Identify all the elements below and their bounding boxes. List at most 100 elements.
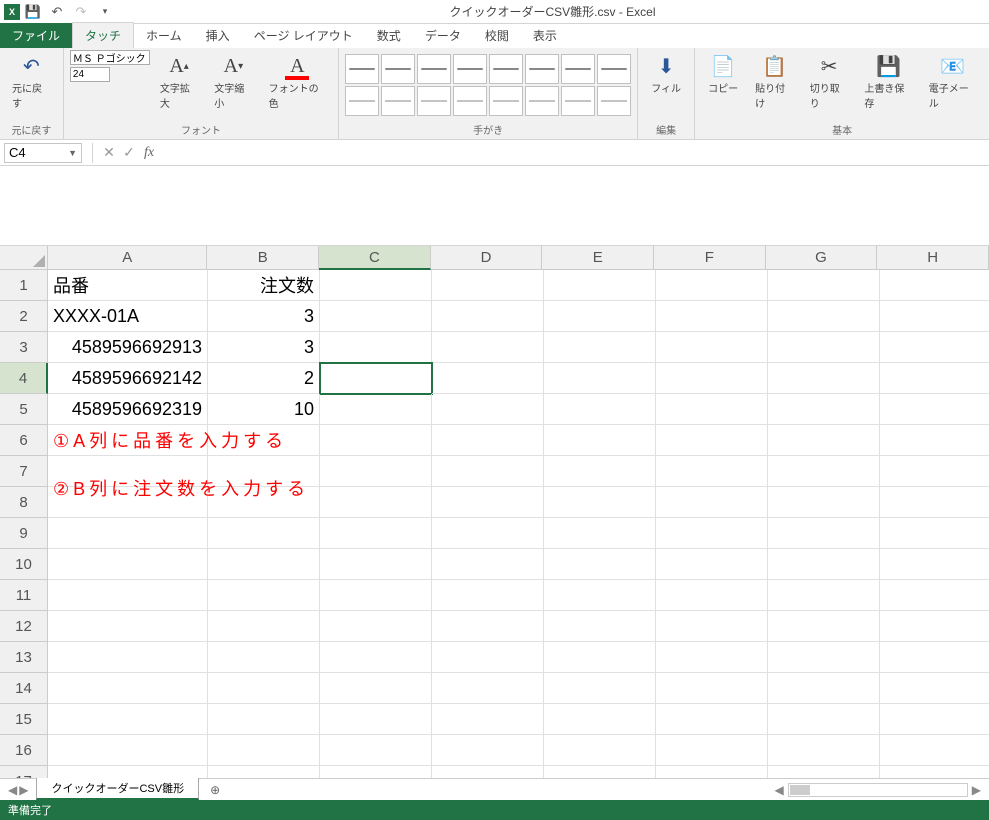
cell-G16[interactable] [768,735,880,766]
cut-button[interactable]: ✂ 切り取り [804,50,855,114]
insert-function-button[interactable]: fx [139,145,159,161]
ink-style[interactable] [381,54,415,84]
cell-G7[interactable] [768,456,880,487]
sheet-tab[interactable]: クイックオーダーCSV雛形 [36,778,199,800]
cell-H13[interactable] [880,642,989,673]
row-header-1[interactable]: 1 [0,270,48,301]
ink-style[interactable] [597,54,631,84]
row-header-6[interactable]: 6 [0,425,48,456]
name-box[interactable]: C4 ▼ [4,143,82,163]
ink-style-gallery[interactable] [345,54,631,116]
cell-A5[interactable]: 4589596692319 [48,394,208,425]
cell-D10[interactable] [432,549,544,580]
cell-D12[interactable] [432,611,544,642]
cell-B11[interactable] [208,580,320,611]
cell-A12[interactable] [48,611,208,642]
font-size-select[interactable] [70,67,110,82]
cell-F4[interactable] [656,363,768,394]
cell-A15[interactable] [48,704,208,735]
cell-A14[interactable] [48,673,208,704]
cell-F16[interactable] [656,735,768,766]
cell-D3[interactable] [432,332,544,363]
cell-F5[interactable] [656,394,768,425]
cell-C14[interactable] [320,673,432,704]
cell-C5[interactable] [320,394,432,425]
cell-C16[interactable] [320,735,432,766]
ink-style[interactable] [453,86,487,116]
add-sheet-button[interactable]: ⊕ [205,783,225,797]
ink-style[interactable] [597,86,631,116]
formula-cancel-button[interactable]: ✕ [99,144,119,161]
cell-A11[interactable] [48,580,208,611]
tab-page-layout[interactable]: ページ レイアウト [242,23,365,48]
cell-G5[interactable] [768,394,880,425]
column-header-A[interactable]: A [48,246,207,270]
sheet-nav-next[interactable]: ▶ [19,783,28,797]
qat-undo-button[interactable]: ↶ [46,1,68,23]
row-header-7[interactable]: 7 [0,456,48,487]
cell-B5[interactable]: 10 [208,394,320,425]
cell-B14[interactable] [208,673,320,704]
row-header-8[interactable]: 8 [0,487,48,518]
cell-E3[interactable] [544,332,656,363]
tab-file[interactable]: ファイル [0,23,72,48]
cell-F13[interactable] [656,642,768,673]
cell-D4[interactable] [432,363,544,394]
cell-F3[interactable] [656,332,768,363]
cell-D11[interactable] [432,580,544,611]
ink-style[interactable] [489,54,523,84]
cell-G15[interactable] [768,704,880,735]
cell-H14[interactable] [880,673,989,704]
cell-A16[interactable] [48,735,208,766]
paste-button[interactable]: 📋 貼り付け [749,50,800,114]
ink-style[interactable] [525,54,559,84]
ink-style[interactable] [345,86,379,116]
cell-C13[interactable] [320,642,432,673]
cell-E16[interactable] [544,735,656,766]
font-color-button[interactable]: A フォントの色 [263,50,333,114]
undo-button[interactable]: ↶ 元に戻す [6,50,57,114]
font-shrink-button[interactable]: A▾ 文字縮小 [208,50,258,114]
cell-C1[interactable] [320,270,432,301]
cell-D9[interactable] [432,518,544,549]
cell-C6[interactable] [320,425,432,456]
sheet-nav-prev[interactable]: ◀ [8,783,17,797]
row-header-10[interactable]: 10 [0,549,48,580]
ink-style[interactable] [561,86,595,116]
cell-H7[interactable] [880,456,989,487]
cell-C7[interactable] [320,456,432,487]
qat-redo-button[interactable]: ↷ [70,1,92,23]
cell-A8[interactable]: ②B列に注文数を入力する [48,487,208,518]
ink-style[interactable] [381,86,415,116]
cell-C4[interactable] [320,363,432,394]
qat-customize-button[interactable]: ▾ [94,1,116,23]
cell-H4[interactable] [880,363,989,394]
cell-G11[interactable] [768,580,880,611]
cell-A9[interactable] [48,518,208,549]
cell-A1[interactable]: 品番 [48,270,208,301]
cell-F6[interactable] [656,425,768,456]
tab-insert[interactable]: 挿入 [194,23,242,48]
font-name-select[interactable] [70,50,150,65]
row-header-13[interactable]: 13 [0,642,48,673]
cell-G14[interactable] [768,673,880,704]
ink-style[interactable] [525,86,559,116]
cell-G12[interactable] [768,611,880,642]
row-header-11[interactable]: 11 [0,580,48,611]
cell-E11[interactable] [544,580,656,611]
cell-D8[interactable] [432,487,544,518]
tab-view[interactable]: 表示 [521,23,569,48]
cell-B13[interactable] [208,642,320,673]
cell-G4[interactable] [768,363,880,394]
cell-D15[interactable] [432,704,544,735]
font-enlarge-button[interactable]: A▴ 文字拡大 [154,50,204,114]
cell-F1[interactable] [656,270,768,301]
cell-A13[interactable] [48,642,208,673]
cell-E13[interactable] [544,642,656,673]
fill-button[interactable]: ⬇ フィル [644,50,688,99]
cell-F2[interactable] [656,301,768,332]
cell-B3[interactable]: 3 [208,332,320,363]
ink-style[interactable] [561,54,595,84]
cell-A2[interactable]: XXXX-01A [48,301,208,332]
row-header-3[interactable]: 3 [0,332,48,363]
